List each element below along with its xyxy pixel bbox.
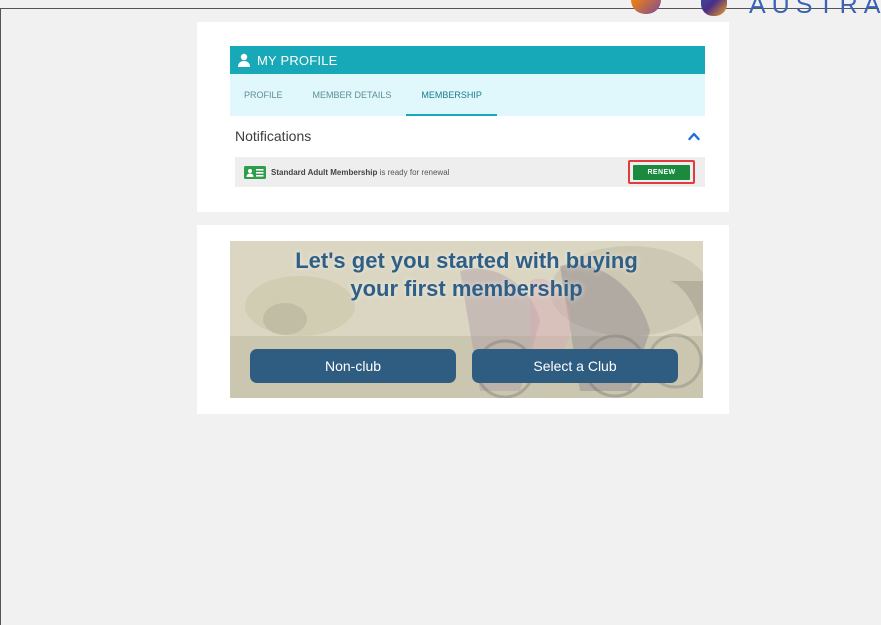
- membership-card-icon: [244, 165, 266, 179]
- brand-logo: AUSTRA: [631, 0, 881, 16]
- profile-header: MY PROFILE: [230, 46, 705, 74]
- banner-heading-line-1: Let's get you started with buying: [295, 248, 638, 273]
- membership-banner-card: Let's get you started with buying your f…: [197, 225, 729, 414]
- non-club-button[interactable]: Non-club: [250, 349, 456, 383]
- notification-text: Standard Adult Membership is ready for r…: [271, 168, 449, 177]
- person-icon: [238, 53, 250, 67]
- renew-button[interactable]: RENEW: [633, 164, 690, 180]
- notification-message: is ready for renewal: [377, 167, 450, 177]
- banner-heading-line-2: your first membership: [350, 276, 583, 301]
- profile-header-title: MY PROFILE: [257, 52, 338, 68]
- select-club-button[interactable]: Select a Club: [472, 349, 678, 383]
- tab-member-details[interactable]: MEMBER DETAILS: [298, 74, 407, 116]
- logo-mark-right: [701, 0, 727, 16]
- tab-membership[interactable]: MEMBERSHIP: [406, 74, 497, 116]
- logo-mark-left: [631, 0, 661, 14]
- tab-profile[interactable]: PROFILE: [230, 74, 298, 116]
- membership-name: Standard Adult Membership: [271, 167, 378, 177]
- renew-highlight: RENEW: [628, 160, 695, 184]
- profile-card: MY PROFILE PROFILE MEMBER DETAILS MEMBER…: [197, 22, 729, 212]
- banner-heading: Let's get you started with buying your f…: [230, 247, 703, 303]
- notifications-heading: Notifications: [235, 128, 312, 144]
- profile-tabs: PROFILE MEMBER DETAILS MEMBERSHIP: [230, 74, 705, 116]
- chevron-up-icon[interactable]: [688, 131, 700, 141]
- logo-text: AUSTRA: [749, 0, 881, 16]
- cycling-banner: Let's get you started with buying your f…: [230, 241, 703, 398]
